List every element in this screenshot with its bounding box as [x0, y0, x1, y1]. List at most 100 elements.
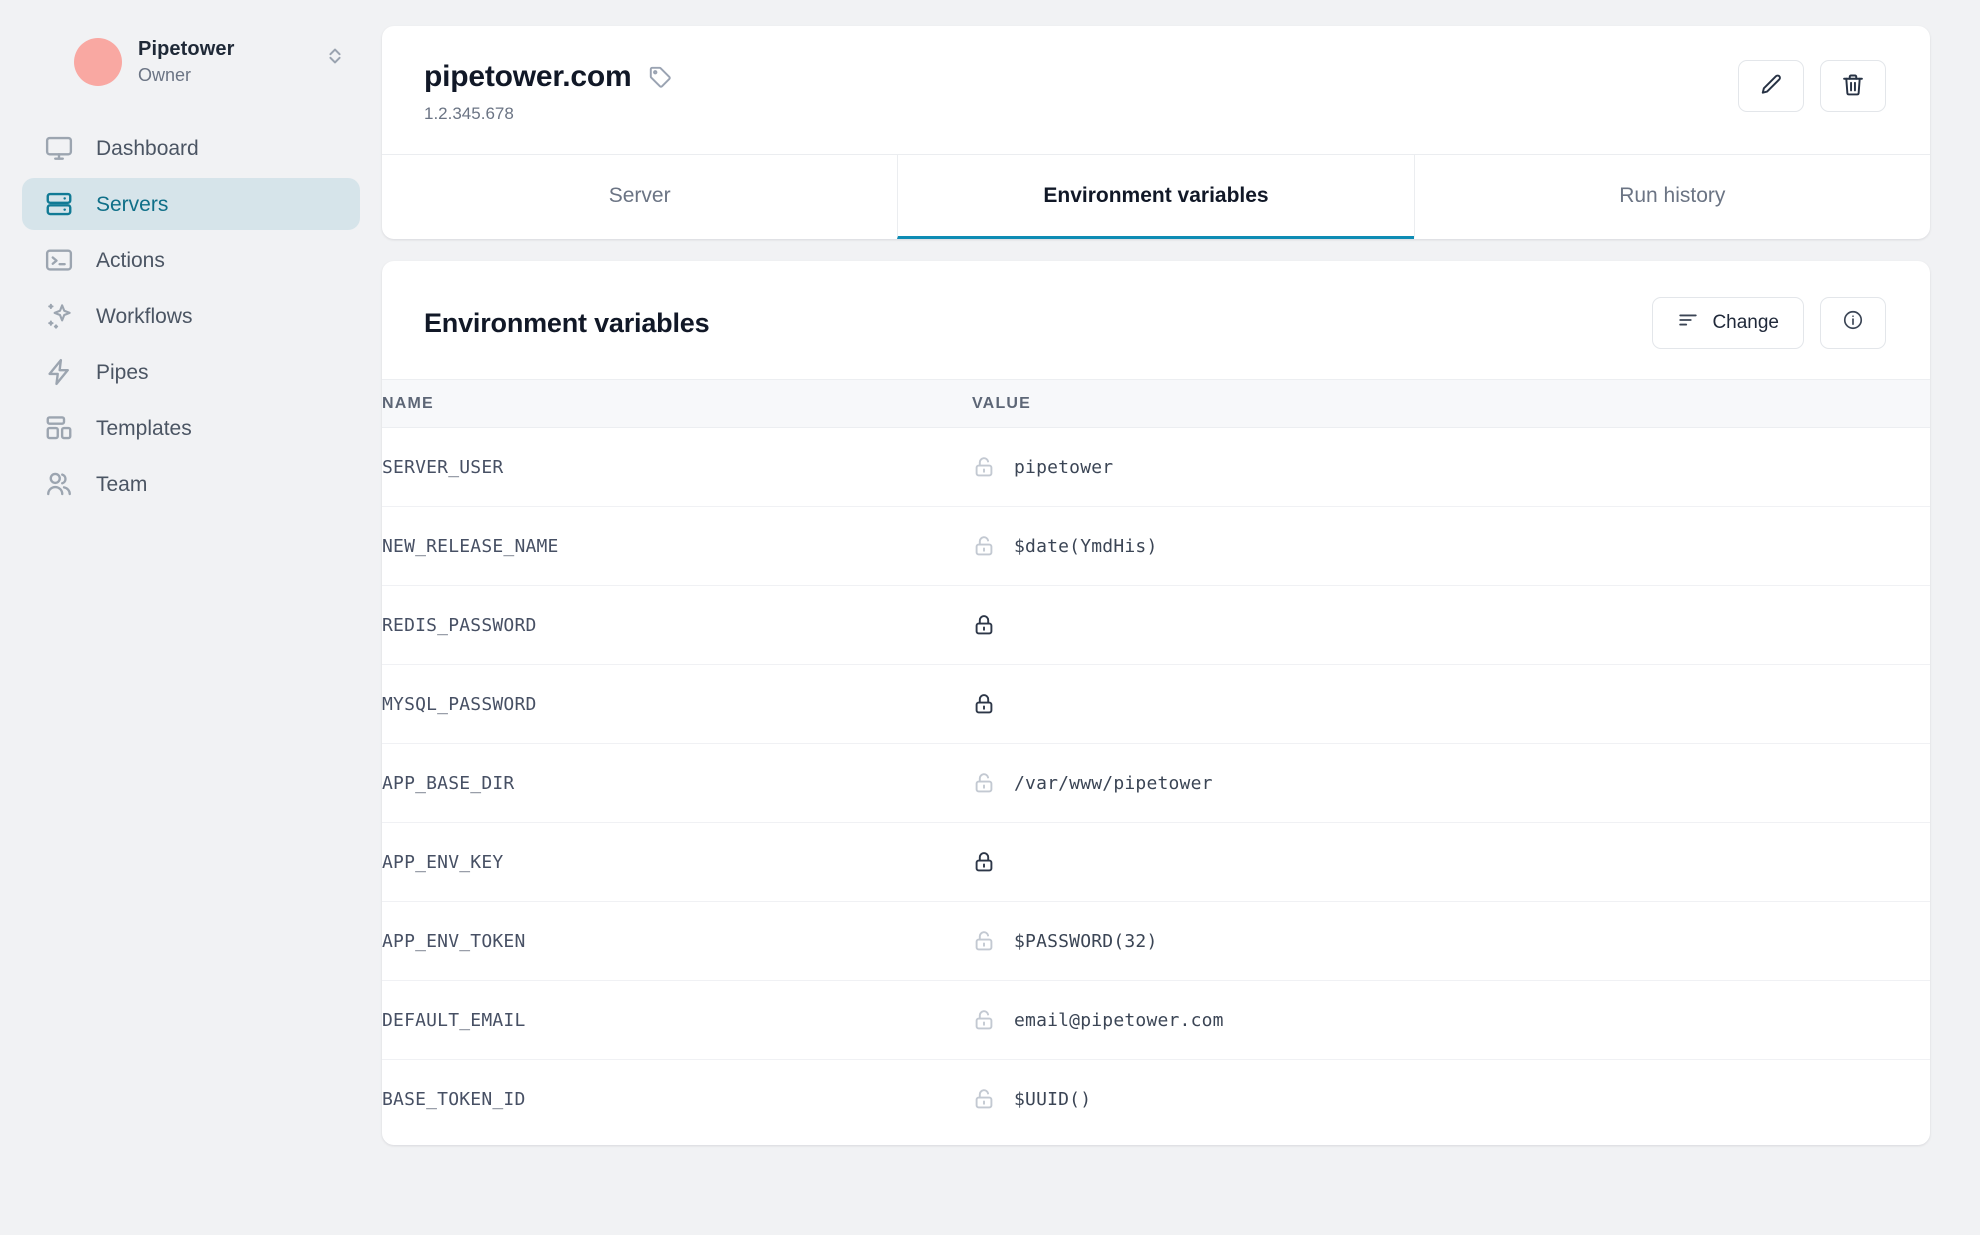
variable-name: BASE_TOKEN_ID [382, 1088, 526, 1110]
table-head: NAME VALUE [382, 379, 1930, 428]
value-wrap: pipetower [972, 455, 1930, 479]
variable-value: /var/www/pipetower [1014, 772, 1213, 794]
sidebar-item-label: Pipes [96, 360, 149, 384]
sidebar-item-label: Templates [96, 416, 192, 440]
table-row[interactable]: DEFAULT_EMAIL email@pipetower.com [382, 980, 1930, 1060]
sidebar-item-actions[interactable]: Actions [22, 234, 360, 286]
lock-open-icon[interactable] [972, 455, 996, 479]
variable-value: email@pipetower.com [1014, 1009, 1224, 1031]
tag-icon[interactable] [647, 64, 673, 90]
sidebar-nav: Dashboard Servers Actions Workflows Pipe… [22, 122, 360, 510]
table-body: SERVER_USER pipetower NEW_RELEASE_NAME $dat… [382, 427, 1930, 1139]
chevron-up-down-icon[interactable] [324, 45, 346, 79]
tab-server[interactable]: Server [382, 155, 897, 239]
server-header: pipetower.com 1.2.345.678 [382, 26, 1930, 154]
variable-value: $PASSWORD(32) [1014, 930, 1158, 952]
sidebar-item-dashboard[interactable]: Dashboard [22, 122, 360, 174]
variable-value-cell [972, 664, 1930, 744]
value-wrap: email@pipetower.com [972, 1008, 1930, 1032]
variable-name: SERVER_USER [382, 427, 972, 507]
environment-variables-card: Environment variables Change NAME VALUE … [382, 261, 1930, 1145]
main-content: pipetower.com 1.2.345.678 Server Environ… [382, 0, 1980, 1235]
lock-open-icon[interactable] [972, 1087, 996, 1111]
value-wrap [972, 850, 1930, 874]
lock-open-icon[interactable] [972, 771, 996, 795]
sidebar-item-label: Team [96, 472, 148, 496]
value-wrap: /var/www/pipetower [972, 771, 1930, 795]
tab-bar: Server Environment variables Run history [382, 154, 1930, 239]
table-row[interactable]: MYSQL_PASSWORD [382, 664, 1930, 744]
app-root: Pipetower Owner Dashboard Servers Action… [0, 0, 1980, 1235]
info-circle-icon [1842, 309, 1864, 337]
sidebar-item-label: Dashboard [96, 136, 199, 160]
layout-icon [44, 413, 74, 443]
trash-icon [1840, 72, 1866, 101]
org-role: Owner [138, 64, 192, 85]
table-row[interactable]: APP_ENV_TOKEN $PASSWORD(32) [382, 901, 1930, 981]
org-switcher[interactable]: Pipetower Owner [22, 28, 360, 96]
variable-value-cell: pipetower [972, 427, 1930, 507]
lock-closed-icon[interactable] [972, 613, 996, 637]
server-identity: pipetower.com 1.2.345.678 [424, 60, 673, 124]
environment-variables-header: Environment variables Change [382, 261, 1930, 379]
delete-button[interactable] [1820, 60, 1886, 112]
pencil-icon [1758, 72, 1784, 101]
tab-environment-variables[interactable]: Environment variables [897, 155, 1414, 239]
column-header-value: VALUE [972, 379, 1930, 428]
variable-name: NEW_RELEASE_NAME [382, 506, 972, 586]
lock-closed-icon[interactable] [972, 850, 996, 874]
value-wrap: $UUID() [972, 1087, 1930, 1111]
lock-closed-icon[interactable] [972, 692, 996, 716]
lightning-icon [44, 357, 74, 387]
server-ip: 1.2.345.678 [424, 104, 514, 123]
server-icon [44, 189, 74, 219]
edit-button[interactable] [1738, 60, 1804, 112]
sidebar-item-pipes[interactable]: Pipes [22, 346, 360, 398]
value-wrap [972, 613, 1930, 637]
lock-open-icon[interactable] [972, 1008, 996, 1032]
variable-value: $date(YmdHis) [1014, 535, 1158, 557]
sidebar-item-servers[interactable]: Servers [22, 178, 360, 230]
sidebar-item-templates[interactable]: Templates [22, 402, 360, 454]
sidebar-item-team[interactable]: Team [22, 458, 360, 510]
monitor-icon [44, 133, 74, 163]
sidebar-item-label: Actions [96, 248, 165, 272]
terminal-icon [44, 245, 74, 275]
users-icon [44, 469, 74, 499]
variable-value: $UUID() [1014, 1088, 1092, 1110]
variable-name: APP_ENV_TOKEN [382, 901, 972, 981]
table-row[interactable]: NEW_RELEASE_NAME $date(YmdHis) [382, 506, 1930, 586]
sort-lines-icon [1677, 309, 1699, 337]
tab-run-history[interactable]: Run history [1413, 155, 1930, 239]
lock-open-icon[interactable] [972, 929, 996, 953]
table-row[interactable]: APP_ENV_KEY [382, 822, 1930, 902]
variable-value: pipetower [1014, 456, 1114, 478]
sparkles-icon [44, 301, 74, 331]
header-actions [1738, 60, 1886, 112]
sidebar: Pipetower Owner Dashboard Servers Action… [0, 0, 382, 1235]
variable-name: APP_ENV_KEY [382, 822, 972, 902]
section-actions: Change [1652, 297, 1886, 349]
table-row[interactable]: REDIS_PASSWORD [382, 585, 1930, 665]
server-header-card: pipetower.com 1.2.345.678 Server Environ… [382, 26, 1930, 239]
table-header-row: NAME VALUE [382, 379, 1930, 428]
table-row[interactable]: BASE_TOKEN_ID $UUID() [382, 1060, 1930, 1139]
table-row[interactable]: SERVER_USER pipetower [382, 427, 1930, 507]
sidebar-item-workflows[interactable]: Workflows [22, 290, 360, 342]
change-button-label: Change [1712, 312, 1779, 333]
lock-open-icon[interactable] [972, 534, 996, 558]
table-row[interactable]: APP_BASE_DIR/var/www/pipetower [382, 743, 1930, 823]
info-button[interactable] [1820, 297, 1886, 349]
variable-name: REDIS_PASSWORD [382, 585, 972, 665]
page-title: pipetower.com [424, 60, 632, 93]
variable-value-cell: $date(YmdHis) [972, 506, 1930, 586]
org-info: Pipetower Owner [138, 38, 308, 86]
variable-value-cell [972, 585, 1930, 665]
variable-value-cell [972, 822, 1930, 902]
column-header-name: NAME [382, 379, 972, 428]
change-button[interactable]: Change [1652, 297, 1804, 349]
environment-variables-table: NAME VALUE SERVER_USER pipetower NEW_RELEA… [382, 379, 1930, 1139]
variable-value-cell: /var/www/pipetower [972, 743, 1930, 823]
value-wrap: $PASSWORD(32) [972, 929, 1930, 953]
section-title: Environment variables [424, 307, 710, 338]
